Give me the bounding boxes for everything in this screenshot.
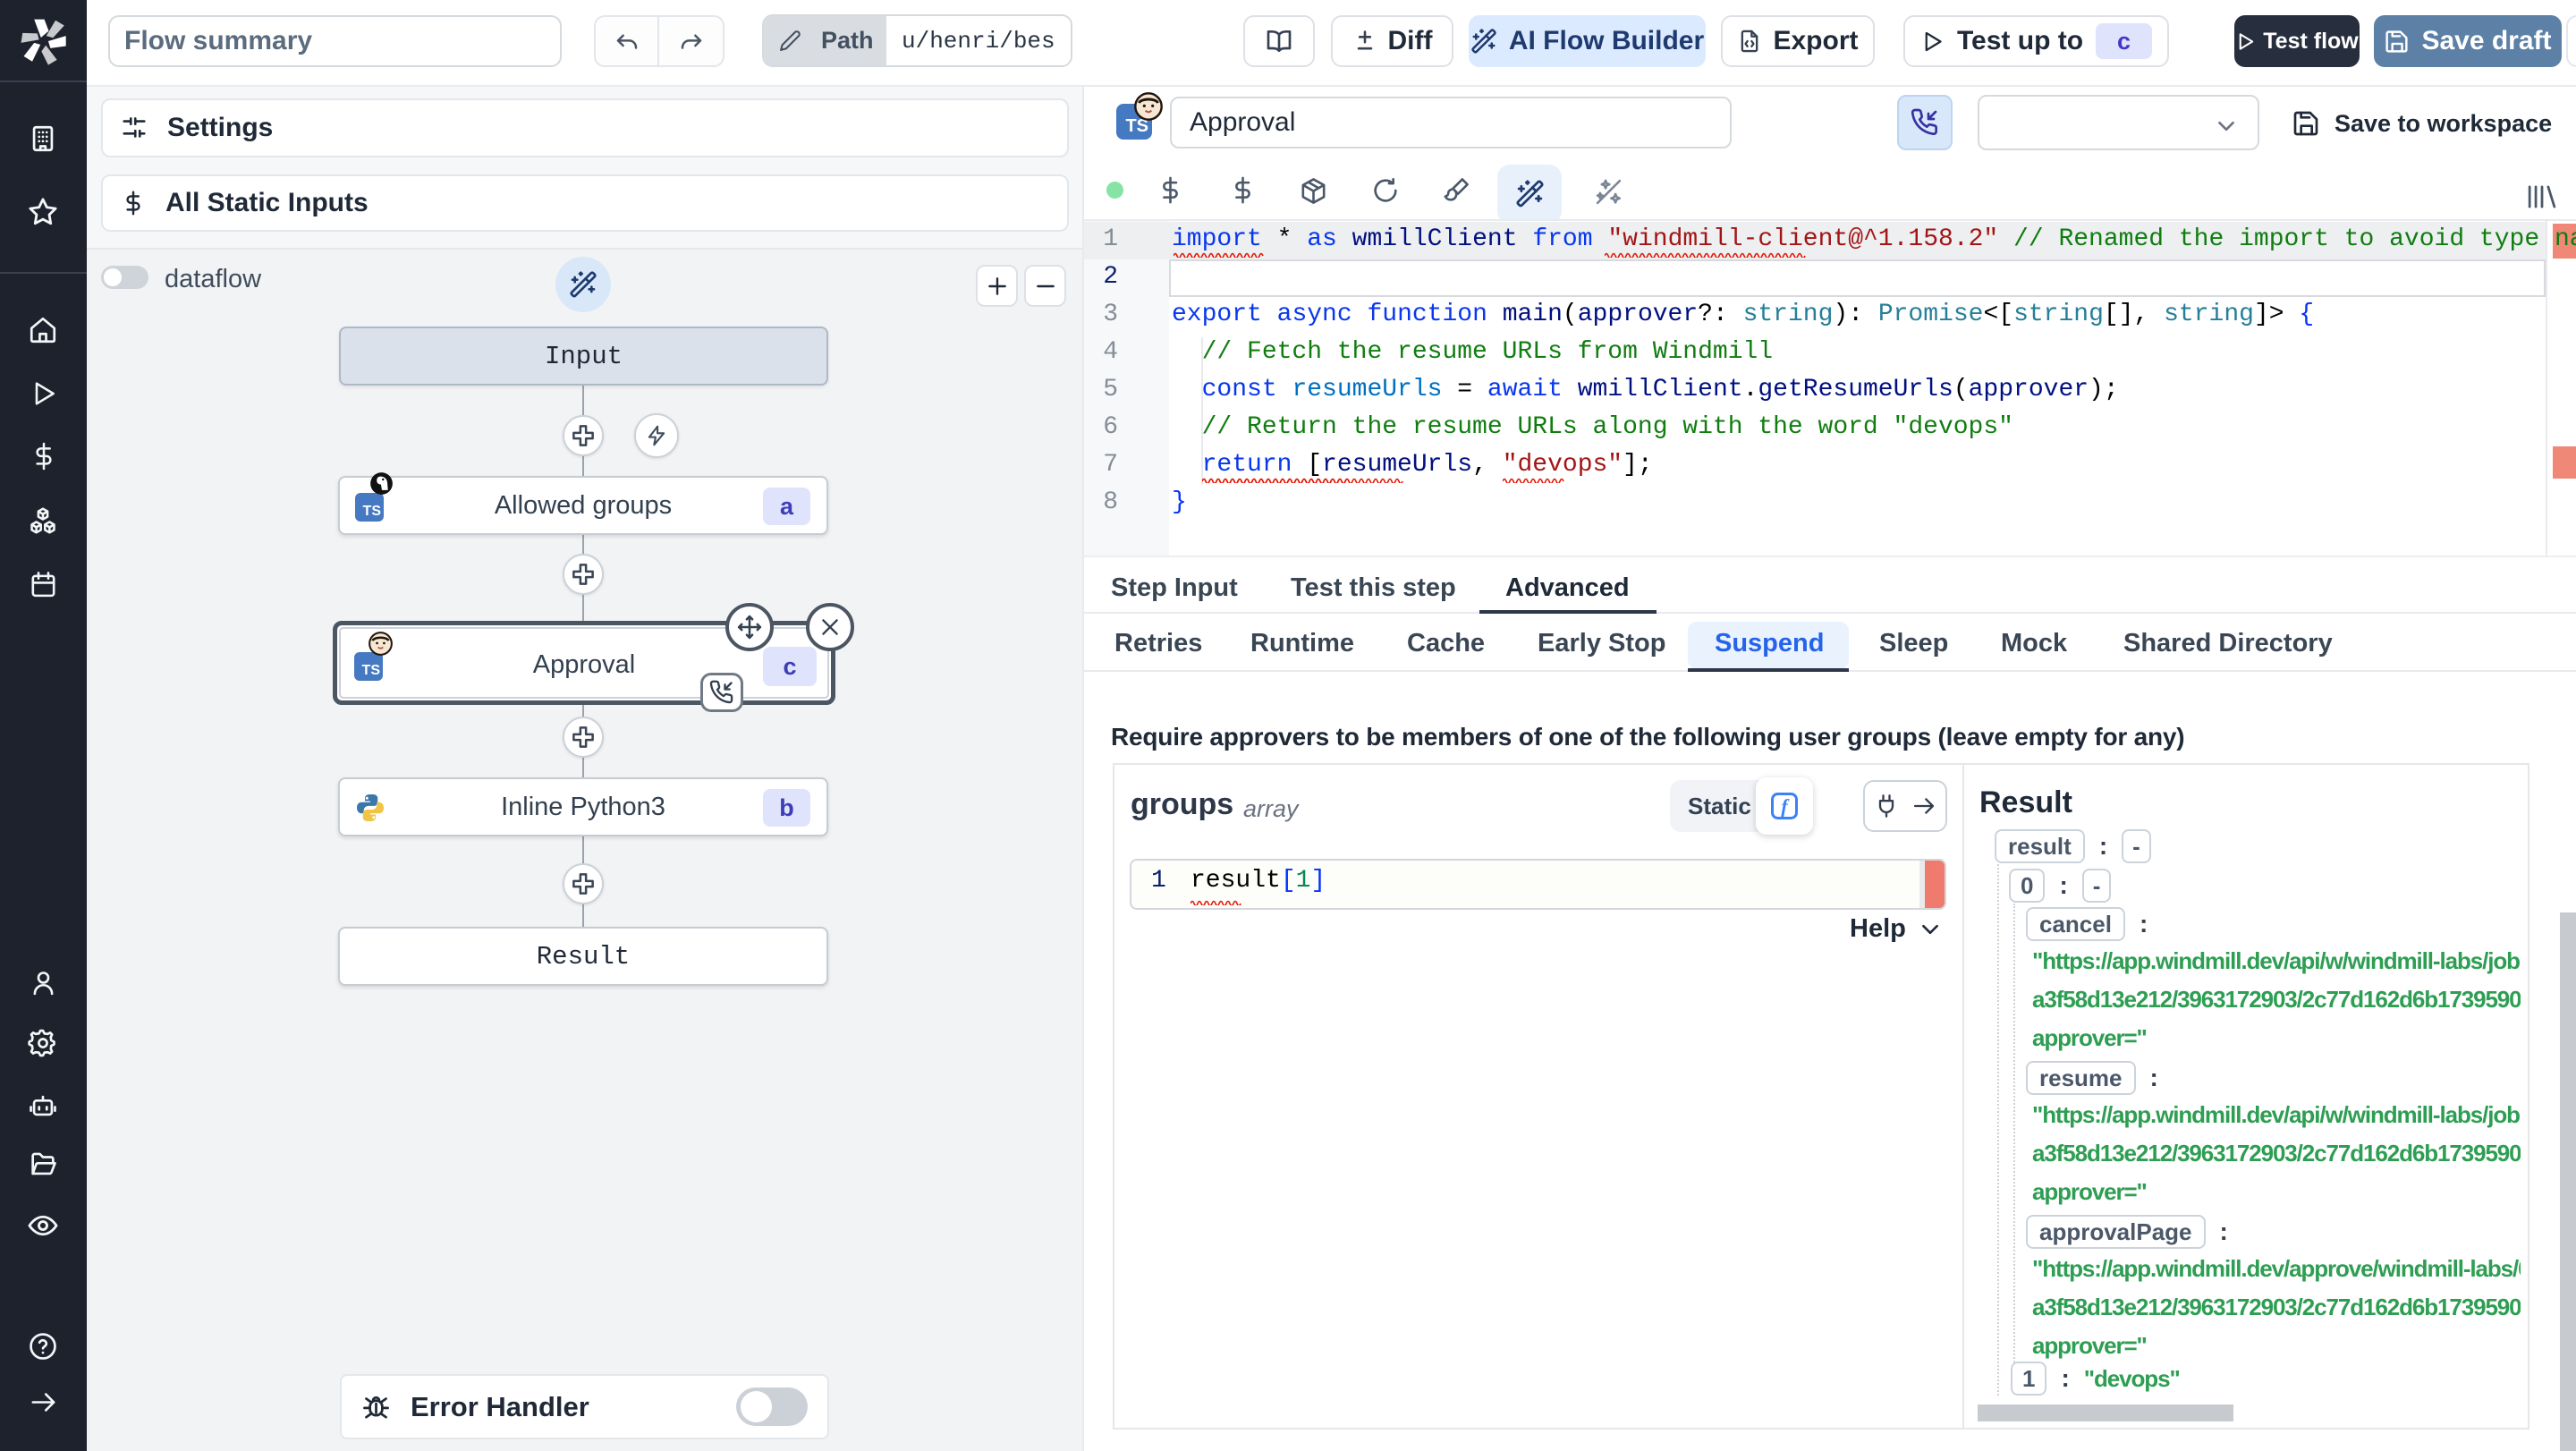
svg-text:f: f — [1781, 795, 1790, 818]
